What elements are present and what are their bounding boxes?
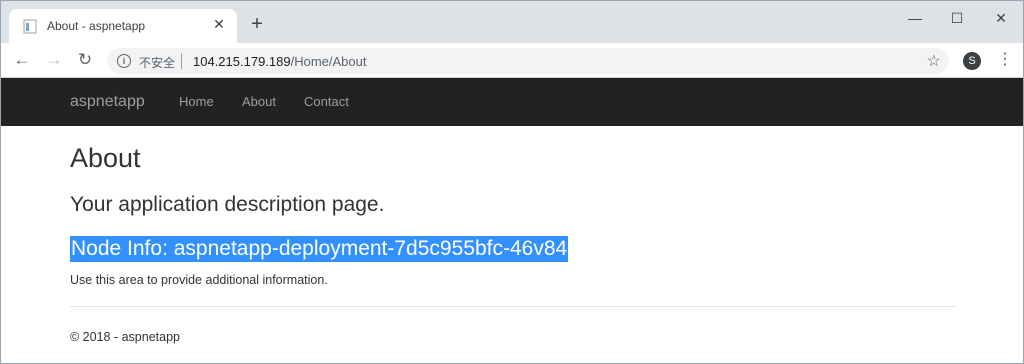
site-navbar: aspnetapp Home About Contact xyxy=(1,78,1023,126)
browser-toolbar: ← → ↻ i 不安全 104.215.179.189/Home/About ☆… xyxy=(1,43,1023,78)
info-icon[interactable]: i xyxy=(117,54,131,68)
profile-avatar[interactable]: S xyxy=(963,52,981,70)
page-icon xyxy=(23,19,37,34)
nav-about-link[interactable]: About xyxy=(242,94,276,109)
back-icon[interactable]: ← xyxy=(13,51,31,69)
url-host: 104.215.179.189 xyxy=(193,54,291,69)
browser-window: About - aspnetapp ✕ + — ☐ ✕ ← → ↻ i 不安全 … xyxy=(0,0,1024,364)
page-subtitle: Your application description page. xyxy=(70,193,385,216)
minimize-icon[interactable]: — xyxy=(895,10,935,28)
nav-home-link[interactable]: Home xyxy=(179,94,214,109)
forward-icon[interactable]: → xyxy=(45,51,63,69)
info-paragraph: Use this area to provide additional info… xyxy=(70,273,328,287)
bookmark-star-icon[interactable]: ☆ xyxy=(927,51,941,71)
node-info-heading: Node Info: aspnetapp-deployment-7d5c955b… xyxy=(70,236,569,262)
new-tab-button[interactable]: + xyxy=(248,14,266,34)
site-brand-link[interactable]: aspnetapp xyxy=(70,93,145,111)
nav-contact-link[interactable]: Contact xyxy=(304,94,349,109)
url-text[interactable]: 104.215.179.189/Home/About xyxy=(193,54,366,69)
footer-divider xyxy=(70,306,956,307)
maximize-icon[interactable]: ☐ xyxy=(937,10,977,28)
close-tab-icon[interactable]: ✕ xyxy=(211,16,227,32)
tab-title: About - aspnetapp xyxy=(47,19,146,33)
security-label[interactable]: 不安全 xyxy=(139,54,175,71)
footer-text: © 2018 - aspnetapp xyxy=(70,330,180,344)
address-bar[interactable]: i 不安全 104.215.179.189/Home/About ☆ xyxy=(107,48,949,74)
tab-about[interactable]: About - aspnetapp ✕ xyxy=(9,9,237,43)
tab-strip: About - aspnetapp ✕ + — ☐ ✕ xyxy=(1,1,1023,43)
url-path: /Home/About xyxy=(290,54,367,69)
page-title: About xyxy=(70,143,141,173)
more-menu-icon[interactable]: ⋮ xyxy=(997,51,1013,69)
close-window-icon[interactable]: ✕ xyxy=(981,10,1021,28)
reload-icon[interactable]: ↻ xyxy=(76,51,94,69)
address-separator xyxy=(181,53,182,69)
